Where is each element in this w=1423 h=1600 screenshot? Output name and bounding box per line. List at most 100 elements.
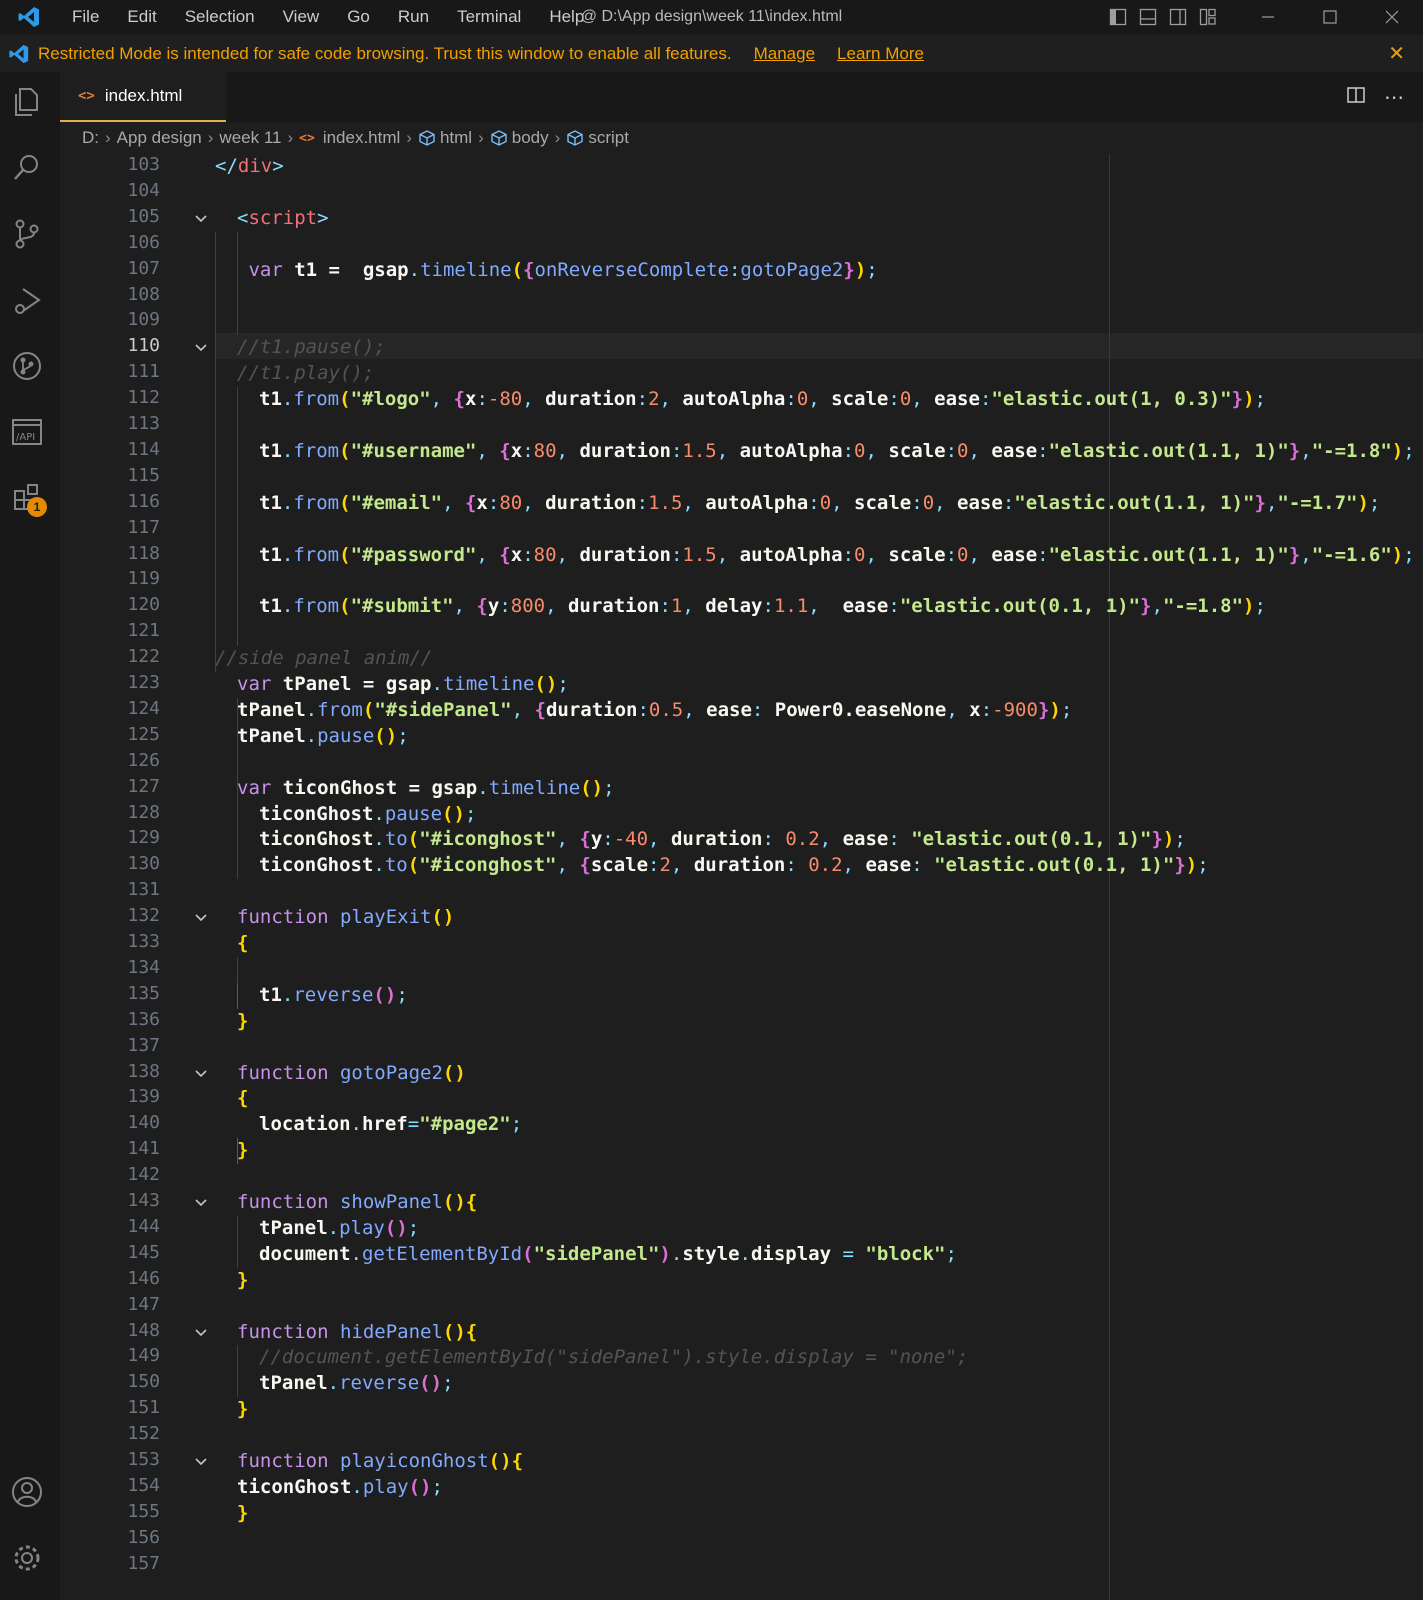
code-token: :: [659, 595, 671, 618]
code-token: hidePanel: [339, 1320, 443, 1343]
line-number: 150: [127, 1371, 160, 1393]
menu-selection[interactable]: Selection: [171, 0, 269, 34]
line-number: 142: [127, 1164, 160, 1186]
code-token: onReverseComplete: [534, 258, 729, 281]
close-window-icon[interactable]: [1361, 0, 1423, 34]
code-editor[interactable]: 103 </div> 104 105 <script> 106 107 var t1 = g…: [60, 154, 1423, 1600]
code-token: t1: [259, 491, 282, 514]
settings-gear-icon[interactable]: [0, 1532, 54, 1584]
explorer-icon[interactable]: [0, 76, 54, 128]
code-token: (): [534, 673, 558, 695]
toggle-primary-sidebar-icon[interactable]: [1103, 0, 1133, 34]
learn-more-link[interactable]: Learn More: [837, 44, 924, 64]
code-token: ,: [430, 388, 454, 411]
code-token: to: [384, 828, 408, 851]
code-line: function playiconGhost(){: [237, 1450, 523, 1472]
code-token: 80: [499, 491, 523, 514]
toggle-panel-icon[interactable]: [1133, 0, 1163, 34]
code-token: (): [442, 1191, 466, 1213]
menu-view[interactable]: View: [269, 0, 334, 34]
code-token: 2: [659, 854, 671, 877]
code-token: (): [374, 724, 398, 747]
code-token: function: [237, 1450, 340, 1472]
indent-guide: [237, 231, 238, 336]
breadcrumb-item[interactable]: App design: [117, 128, 202, 148]
tab-index-html[interactable]: <> index.html: [60, 72, 226, 122]
menu-file[interactable]: File: [58, 0, 113, 34]
code-token: y: [487, 595, 500, 618]
manage-link[interactable]: Manage: [754, 44, 815, 64]
line-number: 156: [127, 1526, 160, 1548]
code-token: play: [339, 1216, 385, 1239]
code-token: </: [215, 155, 238, 177]
code-token: playExit: [339, 906, 432, 929]
menu-go[interactable]: Go: [333, 0, 384, 34]
breadcrumb-item[interactable]: week 11: [219, 128, 281, 148]
code-token: .: [477, 776, 489, 799]
fold-chevron-icon[interactable]: [192, 335, 210, 361]
code-token: t1: [259, 388, 282, 411]
code-token: :: [762, 828, 786, 851]
split-editor-icon[interactable]: [1346, 85, 1366, 110]
minimize-icon[interactable]: [1237, 0, 1299, 34]
code-token: }: [1151, 828, 1163, 851]
more-actions-icon[interactable]: ⋯: [1384, 85, 1405, 110]
menu-edit[interactable]: Edit: [113, 0, 170, 34]
line-number: 107: [127, 257, 160, 279]
source-control-icon[interactable]: [0, 208, 54, 260]
code-token: "-=1.8": [1311, 439, 1392, 462]
code-line: t1.from("#submit", {y:800, duration:1, d…: [259, 595, 1266, 617]
code-token: "block": [865, 1242, 946, 1265]
code-token: "elastic.out(0.1, 1)": [934, 854, 1175, 877]
code-token: (): [442, 802, 465, 825]
code-token: scale: [888, 543, 946, 566]
line-number: 133: [127, 931, 160, 952]
code-token: .: [281, 491, 294, 514]
breadcrumb-item[interactable]: index.html: [323, 128, 400, 148]
fold-chevron-icon[interactable]: [192, 206, 210, 232]
code-line: tPanel.play();: [259, 1217, 419, 1239]
code-line: function hidePanel(){: [237, 1321, 477, 1343]
toggle-secondary-sidebar-icon[interactable]: [1163, 0, 1193, 34]
fold-chevron-icon[interactable]: [192, 1190, 210, 1216]
code-token: =: [407, 1113, 420, 1136]
code-token: {: [523, 258, 535, 281]
search-icon[interactable]: [0, 142, 54, 194]
menu-help[interactable]: Help: [535, 0, 598, 34]
fold-chevron-icon[interactable]: [192, 1320, 210, 1346]
code-token: :: [911, 491, 923, 514]
code-token: //side panel anim//: [215, 647, 433, 670]
breadcrumb-item[interactable]: body: [512, 128, 549, 148]
menu-run[interactable]: Run: [384, 0, 443, 34]
line-number: 104: [127, 179, 160, 201]
git-graph-icon[interactable]: [0, 340, 54, 392]
code-token: autoAlpha: [739, 543, 843, 566]
run-debug-icon[interactable]: [0, 274, 54, 326]
code-token: ,: [476, 439, 500, 462]
code-token: (: [339, 439, 351, 462]
tab-label: index.html: [104, 86, 183, 105]
code-token: .: [281, 543, 294, 566]
breadcrumb-item[interactable]: script: [588, 128, 629, 148]
customize-layout-icon[interactable]: [1193, 0, 1223, 34]
breadcrumb-item[interactable]: html: [440, 128, 472, 148]
code-token: }: [237, 1501, 249, 1524]
api-icon[interactable]: /API: [0, 406, 54, 458]
code-token: .: [281, 388, 294, 411]
line-number: 154: [127, 1474, 160, 1496]
code-token: "elastic.out(0.1, 1)": [911, 828, 1152, 851]
extensions-icon[interactable]: 1: [0, 472, 54, 524]
account-icon[interactable]: [0, 1466, 54, 1518]
code-token: gsap: [431, 776, 478, 799]
menu-terminal[interactable]: Terminal: [443, 0, 535, 34]
close-banner-icon[interactable]: ✕: [1388, 36, 1405, 72]
fold-chevron-icon[interactable]: [192, 905, 210, 931]
fold-chevron-icon[interactable]: [192, 1449, 210, 1475]
symbol-element-icon: [418, 129, 436, 147]
code-token: :: [980, 698, 993, 721]
code-token: .: [739, 1242, 751, 1265]
breadcrumb-item[interactable]: D:: [82, 128, 99, 148]
maximize-icon[interactable]: [1299, 0, 1361, 34]
fold-chevron-icon[interactable]: [192, 1061, 210, 1087]
code-token: (: [339, 543, 351, 566]
